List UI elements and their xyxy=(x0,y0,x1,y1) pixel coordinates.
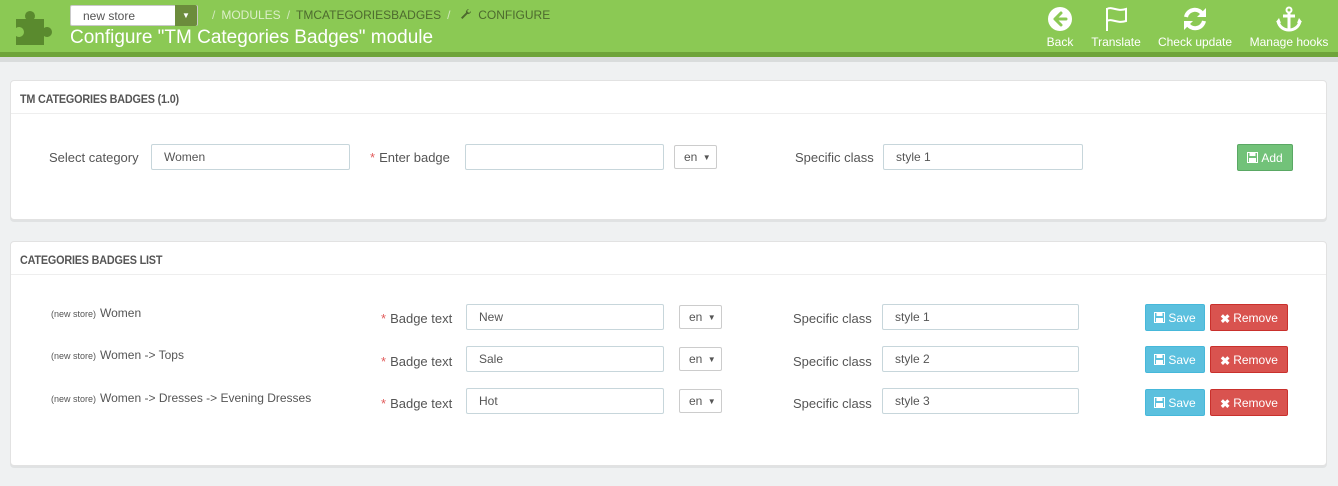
required-marker: * xyxy=(381,354,387,369)
language-dropdown[interactable]: en ▼ xyxy=(674,145,717,169)
breadcrumb-modules[interactable]: MODULES xyxy=(221,8,280,22)
panel-heading-text: TM CATEGORIES BADGES (1.0) xyxy=(20,92,179,106)
remove-button[interactable]: ✖ Remove xyxy=(1210,304,1288,331)
specific-class-label: Specific class xyxy=(793,311,872,326)
translate-button[interactable]: Translate xyxy=(1089,6,1143,49)
panel-heading: TM CATEGORIES BADGES (1.0) xyxy=(11,81,1326,114)
header-shadow xyxy=(0,57,1338,62)
puzzle-icon xyxy=(16,11,52,45)
badge-text-label-text: Badge text xyxy=(390,354,453,369)
panel-heading: CATEGORIES BADGES LIST xyxy=(11,242,1326,275)
row-category: (new store) Women -> Dresses -> Evening D… xyxy=(51,391,311,405)
check-update-label: Check update xyxy=(1157,35,1233,49)
specific-class-input[interactable]: style 3 xyxy=(882,388,1079,414)
add-badge-panel: TM CATEGORIES BADGES (1.0) Select catego… xyxy=(10,80,1327,220)
row-category: (new store) Women xyxy=(51,306,141,320)
remove-button-label: Remove xyxy=(1233,311,1278,325)
store-select[interactable]: new store ▼ xyxy=(70,5,198,26)
language-dropdown[interactable]: en ▼ xyxy=(679,389,722,413)
chevron-down-icon[interactable]: ▼ xyxy=(175,5,197,26)
store-select-value: new store xyxy=(83,9,136,23)
close-icon: ✖ xyxy=(1220,397,1231,411)
manage-hooks-button[interactable]: Manage hooks xyxy=(1247,6,1331,49)
caret-down-icon: ▼ xyxy=(702,153,711,162)
badge-text-label-text: Badge text xyxy=(390,396,453,411)
caret-down-icon: ▼ xyxy=(707,397,716,406)
badge-text-label: * Badge text xyxy=(381,354,452,369)
anchor-icon xyxy=(1276,6,1302,32)
language-value: en xyxy=(684,150,698,164)
enter-badge-label-text: Enter badge xyxy=(379,150,450,165)
select-category-field[interactable]: Women xyxy=(151,144,350,170)
save-icon xyxy=(1247,152,1259,163)
translate-label: Translate xyxy=(1091,35,1141,49)
caret-down-icon: ▼ xyxy=(707,355,716,364)
page-header: new store ▼ / MODULES / TMCATEGORIESBADGES /… xyxy=(0,0,1338,52)
row-store: (new store) xyxy=(51,309,97,319)
remove-button[interactable]: ✖ Remove xyxy=(1210,346,1288,373)
badge-text-label: * Badge text xyxy=(381,396,452,411)
specific-class-label: Specific class xyxy=(795,150,874,165)
row-category-path: Women xyxy=(100,306,142,320)
required-marker: * xyxy=(381,396,387,411)
add-button-label: Add xyxy=(1261,151,1283,165)
breadcrumb-current: CONFIGURE xyxy=(478,8,551,22)
row-category-path: Women -> Dresses -> Evening Dresses xyxy=(100,391,312,405)
panel-heading-text: CATEGORIES BADGES LIST xyxy=(20,253,163,267)
language-value: en xyxy=(689,394,703,408)
save-button[interactable]: Save xyxy=(1145,346,1205,373)
breadcrumb-module[interactable]: TMCATEGORIESBADGES xyxy=(296,8,441,22)
save-icon xyxy=(1154,312,1166,323)
required-marker: * xyxy=(370,150,376,165)
caret-down-icon: ▼ xyxy=(707,313,716,322)
badge-text-label: * Badge text xyxy=(381,311,452,326)
badge-text-input[interactable]: New xyxy=(466,304,664,330)
specific-class-input[interactable]: style 2 xyxy=(882,346,1079,372)
language-value: en xyxy=(689,310,703,324)
back-label: Back xyxy=(1046,35,1074,49)
enter-badge-label: * Enter badge xyxy=(370,150,450,165)
add-button[interactable]: Add xyxy=(1237,144,1293,171)
badges-list-panel: CATEGORIES BADGES LIST (new store) Women … xyxy=(10,241,1327,466)
row-store: (new store) xyxy=(51,394,97,404)
badge-text-input[interactable]: Hot xyxy=(466,388,664,414)
page-title: Configure "TM Categories Badges" module xyxy=(70,27,434,48)
row-category-path: Women -> Tops xyxy=(100,348,184,362)
remove-button[interactable]: ✖ Remove xyxy=(1210,389,1288,416)
check-update-button[interactable]: Check update xyxy=(1155,6,1235,49)
flag-icon xyxy=(1106,7,1127,31)
select-category-label: Select category xyxy=(49,150,139,165)
badge-text-input[interactable]: Sale xyxy=(466,346,664,372)
remove-button-label: Remove xyxy=(1233,396,1278,410)
required-marker: * xyxy=(381,311,387,326)
manage-hooks-label: Manage hooks xyxy=(1249,35,1329,49)
row-category: (new store) Women -> Tops xyxy=(51,348,184,362)
arrow-left-circle-icon xyxy=(1048,7,1072,31)
badge-text-label-text: Badge text xyxy=(390,311,453,326)
save-button[interactable]: Save xyxy=(1145,389,1205,416)
specific-class-label: Specific class xyxy=(793,396,872,411)
save-icon xyxy=(1154,397,1166,408)
language-dropdown[interactable]: en ▼ xyxy=(679,305,722,329)
specific-class-label: Specific class xyxy=(793,354,872,369)
close-icon: ✖ xyxy=(1220,354,1231,368)
enter-badge-input[interactable] xyxy=(465,144,664,170)
specific-class-input[interactable]: style 1 xyxy=(883,144,1083,170)
save-button-label: Save xyxy=(1168,311,1196,325)
back-button[interactable]: Back xyxy=(1044,6,1076,49)
refresh-icon xyxy=(1184,7,1206,31)
save-icon xyxy=(1154,354,1166,365)
save-button[interactable]: Save xyxy=(1145,304,1205,331)
language-dropdown[interactable]: en ▼ xyxy=(679,347,722,371)
save-button-label: Save xyxy=(1168,353,1196,367)
row-store: (new store) xyxy=(51,351,97,361)
specific-class-input[interactable]: style 1 xyxy=(882,304,1079,330)
wrench-icon xyxy=(457,8,476,22)
save-button-label: Save xyxy=(1168,396,1196,410)
language-value: en xyxy=(689,352,703,366)
remove-button-label: Remove xyxy=(1233,353,1278,367)
close-icon: ✖ xyxy=(1220,312,1231,326)
breadcrumb: / MODULES / TMCATEGORIESBADGES / CONFIGURE xyxy=(212,8,551,22)
